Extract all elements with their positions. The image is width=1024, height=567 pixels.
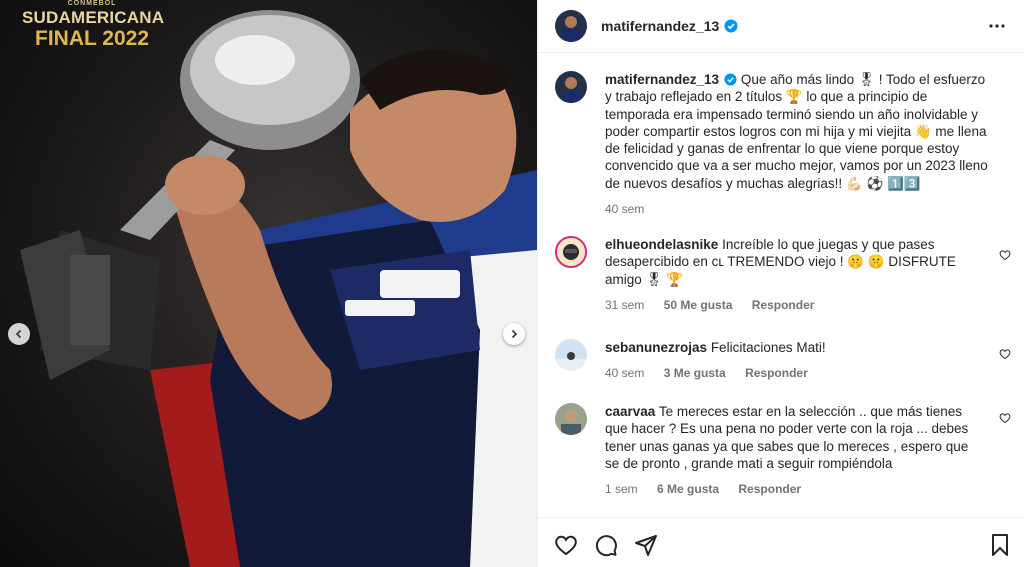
comment-item: caarvaa Te mereces estar en la selección… <box>555 403 1024 498</box>
comment-body: sebanunezrojas Felicitaciones Mati! 40 s… <box>605 339 985 383</box>
comment-likes[interactable]: 6 Me gusta <box>657 482 719 496</box>
post-photo <box>20 10 537 567</box>
like-button[interactable] <box>554 533 578 562</box>
save-button[interactable] <box>988 533 1012 562</box>
caption-avatar[interactable] <box>555 71 587 103</box>
like-comment-button[interactable] <box>999 248 1011 266</box>
caption-time[interactable]: 40 sem <box>605 202 644 216</box>
like-comment-button[interactable] <box>999 347 1011 365</box>
comment-username[interactable]: caarvaa <box>605 404 655 419</box>
post-media[interactable]: CONMEBOL SUDAMERICANA FINAL 2022 <box>0 0 537 567</box>
caption-body: matifernandez_13 Que año más lindo 🎖 ! T… <box>605 71 995 218</box>
heart-icon <box>555 535 577 556</box>
author-name-text[interactable]: matifernandez_13 <box>601 18 719 34</box>
comment-item: sebanunezrojas Felicitaciones Mati! 40 s… <box>555 339 1024 383</box>
comment-time[interactable]: 40 sem <box>605 366 644 380</box>
comment-time[interactable]: 1 sem <box>605 482 638 496</box>
heart-icon <box>999 413 1011 424</box>
chevron-left-icon <box>15 329 22 339</box>
post-action-bar <box>538 517 1024 567</box>
reply-button[interactable]: Responder <box>752 298 815 312</box>
caption-username[interactable]: matifernandez_13 <box>605 72 719 87</box>
bookmark-icon <box>992 534 1008 556</box>
verified-badge-icon <box>724 19 738 33</box>
comment-username[interactable]: sebanunezrojas <box>605 340 707 355</box>
share-button[interactable] <box>634 533 658 562</box>
share-icon <box>635 535 657 556</box>
comment-avatar[interactable] <box>555 339 587 371</box>
more-options-icon <box>989 24 1005 28</box>
avatar[interactable] <box>555 10 587 42</box>
post-panel: matifernandez_13 matifernandez_13 Que añ… <box>537 0 1024 567</box>
comment-icon <box>595 535 617 557</box>
post-header: matifernandez_13 <box>538 0 1024 53</box>
like-comment-button[interactable] <box>999 411 1011 429</box>
post-caption: matifernandez_13 Que año más lindo 🎖 ! T… <box>555 71 1015 218</box>
comment-body: caarvaa Te mereces estar en la selección… <box>605 403 985 498</box>
comment-time[interactable]: 31 sem <box>605 298 644 312</box>
next-image-button[interactable] <box>503 323 525 345</box>
comment-text: Felicitaciones Mati! <box>710 340 826 355</box>
tournament-logo: CONMEBOL SUDAMERICANA FINAL 2022 <box>22 0 165 51</box>
verified-badge-icon <box>724 73 737 86</box>
comment-text: Te mereces estar en la selección .. que … <box>605 404 969 471</box>
caption-text: Que año más lindo 🎖 ! Todo el esfuerzo y… <box>605 72 988 191</box>
comment-likes[interactable]: 3 Me gusta <box>664 366 726 380</box>
comment-body: elhueondelasnike Increíble lo que juegas… <box>605 236 985 314</box>
comment-avatar[interactable] <box>555 236 587 268</box>
heart-icon <box>999 349 1011 360</box>
comment-item: elhueondelasnike Increíble lo que juegas… <box>555 236 1024 314</box>
reply-button[interactable]: Responder <box>738 482 801 496</box>
brand-final: FINAL 2022 <box>35 27 149 50</box>
more-options-button[interactable] <box>988 17 1006 40</box>
post-author-username[interactable]: matifernandez_13 <box>601 18 738 34</box>
brand-conmebol: CONMEBOL <box>67 0 117 7</box>
comment-likes[interactable]: 50 Me gusta <box>664 298 733 312</box>
comment-username[interactable]: elhueondelasnike <box>605 237 718 252</box>
chevron-right-icon <box>511 329 518 339</box>
comment-button[interactable] <box>594 533 618 562</box>
brand-sudamericana: SUDAMERICANA <box>22 8 165 27</box>
reply-button[interactable]: Responder <box>745 366 808 380</box>
comment-avatar[interactable] <box>555 403 587 435</box>
previous-image-button[interactable] <box>8 323 30 345</box>
heart-icon <box>999 250 1011 261</box>
